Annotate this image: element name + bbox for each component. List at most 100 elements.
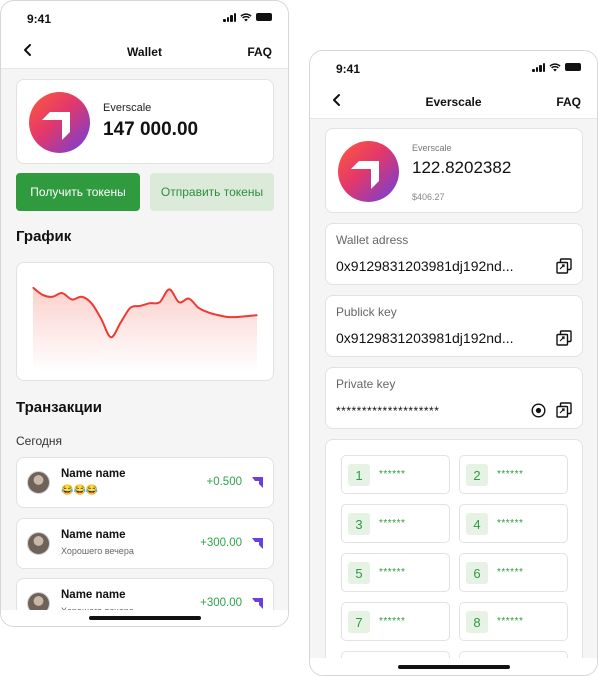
seed-phrase-card: 1 ****** 2 ****** 3 ****** 4 ****** 5 ****** …	[325, 439, 583, 675]
token-name: Everscale	[103, 102, 152, 114]
everscale-logo-icon	[29, 92, 90, 153]
public-key-label: Publick key	[336, 305, 397, 319]
private-key-field[interactable]: Private key ********************	[325, 367, 583, 429]
status-icons	[223, 12, 272, 22]
chart-point-5	[81, 296, 83, 298]
transaction-amount: +300.00	[200, 537, 242, 549]
public-key-value: 0x9129831203981dj192nd...	[336, 330, 514, 346]
signal-icon	[532, 62, 545, 72]
chart-point-8	[110, 336, 112, 338]
wallet-address-label: Wallet adress	[336, 233, 409, 247]
balance-card: Everscale 122.8202382 $406.27	[325, 128, 583, 213]
seed-word: 6 ******	[459, 553, 568, 592]
send-tokens-button[interactable]: Отправить токены	[150, 173, 274, 211]
status-icons	[532, 62, 581, 72]
chart-point-2	[51, 296, 54, 298]
chart-point-13	[159, 301, 161, 303]
seed-word-value: ******	[497, 469, 524, 480]
seed-word-value: ******	[379, 616, 406, 627]
chart-point-17	[197, 307, 200, 309]
chart-point-3	[61, 292, 63, 294]
wallet-address-field[interactable]: Wallet adress 0x9129831203981dj192nd...	[325, 223, 583, 285]
transaction-name: Name name	[61, 468, 126, 480]
chart-point-10	[129, 307, 131, 309]
copy-icon[interactable]	[556, 402, 572, 418]
chart-point-6	[90, 302, 93, 304]
transaction-row[interactable]: Name name Хорошего вечера +300.00	[16, 518, 274, 569]
eye-icon[interactable]	[531, 403, 546, 418]
balance-amount: 147 000.00	[103, 119, 199, 140]
transaction-note: Хорошего вечера	[61, 546, 134, 556]
balance-amount: 122.8202382	[412, 158, 512, 177]
wifi-icon	[240, 12, 252, 21]
transaction-amount: +0.500	[206, 476, 243, 488]
transaction-amount: +300.00	[200, 597, 242, 609]
seed-word: 3 ******	[341, 504, 450, 543]
home-indicator[interactable]	[397, 665, 510, 669]
home-indicator[interactable]	[88, 616, 201, 620]
seed-word: 5 ******	[341, 553, 450, 592]
faq-link[interactable]: FAQ	[556, 95, 581, 109]
page-title: Everscale	[425, 95, 482, 109]
private-key-value: ********************	[336, 404, 440, 418]
everscale-token-icon	[252, 538, 263, 549]
chart-point-7	[100, 318, 102, 320]
seed-word: 2 ******	[459, 455, 568, 494]
chart-point-16	[188, 298, 190, 300]
copy-icon[interactable]	[556, 258, 572, 274]
avatar	[27, 532, 50, 555]
chart-point-0	[32, 286, 34, 289]
seed-word: 7 ******	[341, 602, 450, 641]
seed-word-number: 4	[466, 513, 488, 535]
seed-word-value: ******	[379, 469, 406, 480]
private-key-label: Private key	[336, 377, 396, 391]
page-title: Wallet	[127, 45, 162, 59]
chart-point-14	[168, 288, 170, 290]
chart-title: График	[16, 228, 72, 245]
faq-link[interactable]: FAQ	[247, 45, 272, 59]
status-time: 9:41	[27, 12, 52, 26]
chart-point-20	[227, 316, 229, 318]
seed-word-number: 3	[348, 513, 370, 535]
chart-point-11	[139, 305, 141, 307]
seed-word-value: ******	[497, 567, 524, 578]
battery-icon	[565, 63, 581, 71]
transaction-name: Name name	[61, 589, 126, 601]
chart-point-9	[120, 321, 122, 324]
signal-icon	[223, 12, 236, 22]
seed-word-number: 5	[348, 562, 370, 584]
public-key-field[interactable]: Publick key 0x9129831203981dj192nd...	[325, 295, 583, 357]
seed-word: 1 ******	[341, 455, 450, 494]
seed-word-value: ******	[379, 567, 406, 578]
transactions-title: Транзакции	[16, 399, 102, 416]
receive-tokens-button[interactable]: Получить токены	[16, 173, 140, 211]
token-name: Everscale	[412, 143, 452, 153]
wallet-address-value: 0x9129831203981dj192nd...	[336, 258, 514, 274]
chart-area-fill	[33, 287, 257, 371]
wallet-screen: 9:41 Wallet FAQ Everscale 147 000.00 Пол…	[0, 0, 289, 627]
transaction-row[interactable]: Name name 😂😂😂 +0.500	[16, 457, 274, 508]
avatar	[27, 471, 50, 494]
usd-value: $406.27	[412, 192, 445, 202]
seed-word-value: ******	[497, 616, 524, 627]
wifi-icon	[549, 62, 561, 71]
chart-card	[16, 262, 274, 381]
copy-icon[interactable]	[556, 330, 572, 346]
chart-point-19	[217, 314, 219, 316]
chart-point-23	[256, 314, 258, 316]
chart-point-15	[178, 301, 180, 303]
transaction-name: Name name	[61, 529, 126, 541]
chart-point-22	[246, 315, 248, 317]
seed-word-value: ******	[379, 518, 406, 529]
battery-icon	[256, 13, 272, 21]
chart-point-21	[236, 316, 239, 318]
transaction-note: 😂😂😂	[61, 485, 99, 496]
details-header: 9:41 Everscale FAQ	[310, 51, 597, 119]
seed-word: 4 ******	[459, 504, 568, 543]
seed-word-number: 2	[466, 464, 488, 486]
today-label: Сегодня	[16, 434, 62, 448]
token-details-screen: 9:41 Everscale FAQ Everscale 122.8202382…	[309, 50, 598, 676]
wallet-header: 9:41 Wallet FAQ	[1, 1, 288, 69]
everscale-token-icon	[252, 598, 263, 609]
seed-word-number: 6	[466, 562, 488, 584]
